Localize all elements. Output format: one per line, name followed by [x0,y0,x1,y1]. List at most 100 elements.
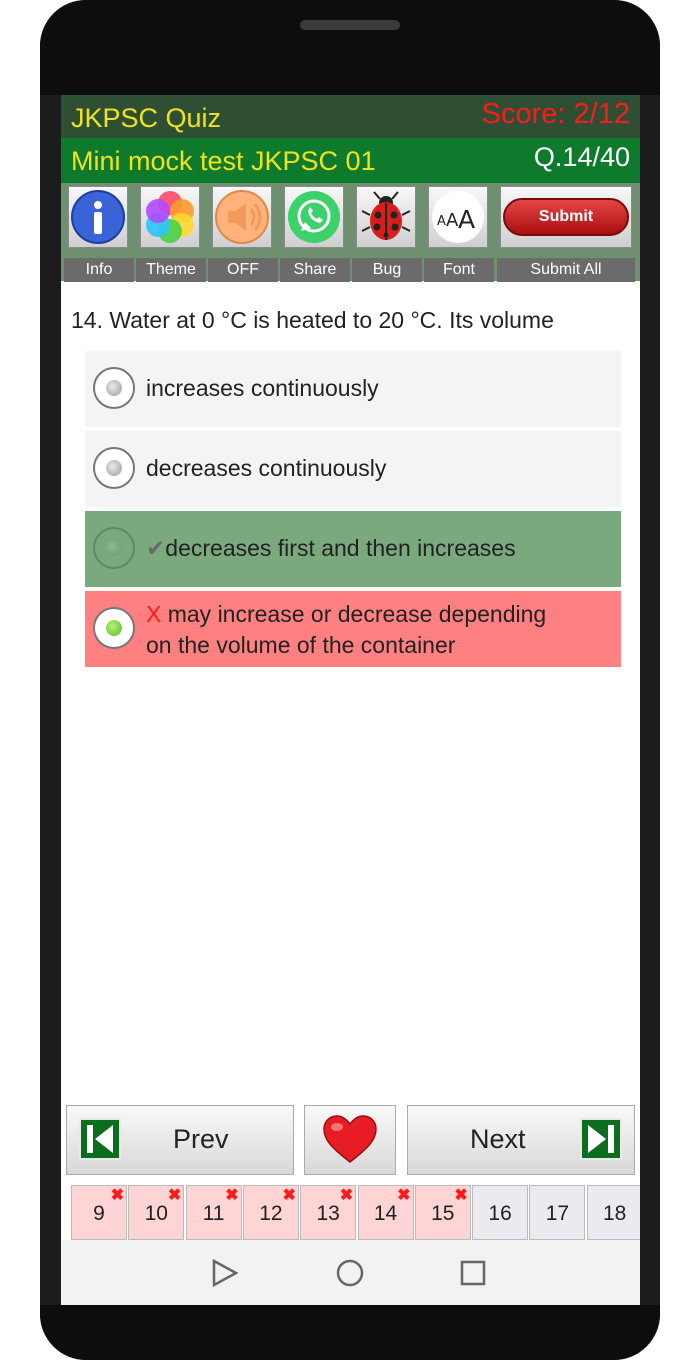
next-label: Next [470,1124,526,1154]
favorite-button[interactable] [304,1105,396,1175]
question-number: 17 [545,1202,570,1225]
theme-tool[interactable]: Theme [136,186,206,282]
wrong-x-icon: X [146,601,162,627]
option-4-text: X may increase or decrease depending on t… [146,599,546,661]
question-cell-13[interactable]: 13 ✖ [300,1185,357,1240]
skip-back-glyph [87,1125,113,1153]
radio-dot [106,540,122,556]
submit-button[interactable]: Submit [503,198,629,236]
wrong-mark-icon: ✖ [454,1187,468,1204]
option-3-label: decreases first and then increases [165,535,516,561]
theme-button[interactable] [140,186,200,248]
option-4-line-1: may increase or decrease depending [167,601,547,627]
font-button[interactable]: A A A [428,186,488,248]
question-number: 13 [316,1202,340,1225]
checkmark-icon: ✔ [146,535,166,561]
submit-all-label: Submit All [497,258,635,282]
share-tool[interactable]: Share [280,186,350,282]
question-cell-12[interactable]: 12 ✖ [242,1185,299,1240]
submit-tool[interactable]: Submit Submit All [497,186,637,282]
score-display: Score: 2/12 [481,98,630,130]
sound-tool[interactable]: OFF [208,186,278,282]
wrong-mark-icon: ✖ [167,1187,182,1204]
app-screen: JKPSC Quiz Score: 2/12 Mini mock test JK… [61,95,640,1305]
info-icon [71,190,125,244]
option-2[interactable]: decreases continuously [85,431,621,507]
question-number: 9 [93,1202,105,1225]
recents-icon[interactable] [460,1260,486,1286]
share-button[interactable] [284,186,344,248]
speaker-icon [215,190,269,244]
radio-dot [106,380,122,396]
option-2-text: decreases continuously [146,455,387,481]
wrong-mark-icon: ✖ [110,1187,124,1204]
wrong-mark-icon: ✖ [225,1187,239,1204]
font-tool[interactable]: A A A Font [424,186,494,282]
question-cell-9[interactable]: 9 ✖ [71,1185,127,1240]
font-size-icon: A A A [432,191,484,243]
question-number: 18 [603,1202,627,1225]
option-3-radio[interactable] [93,527,135,569]
theme-icon [146,191,194,243]
bug-label: Bug [352,258,422,282]
radio-dot [106,460,122,476]
bug-tool[interactable]: Bug [352,186,422,282]
prev-button[interactable]: Prev [66,1105,294,1175]
question-cell-15[interactable]: 15 ✖ [414,1185,471,1240]
option-4-line-2: on the volume of the container [146,632,456,658]
speaker-grille [300,20,400,30]
radio-dot-selected [106,620,122,636]
option-1-text: increases continuously [146,375,379,401]
info-tool[interactable]: Info [64,186,134,282]
question-counter: Q.14/40 [533,142,630,172]
question-number: 10 [144,1202,168,1225]
system-nav-icons [212,1258,486,1288]
question-strip: 9 ✖ 10 ✖ 11 ✖ 12 ✖ 13 ✖ 14 ✖ 15 ✖ 16 17 18 [61,1185,640,1240]
whatsapp-icon [288,191,340,243]
prev-icon [79,1118,121,1160]
question-number: 11 [202,1202,225,1225]
home-icon[interactable] [336,1259,364,1287]
question-cell-16[interactable]: 16 [472,1185,529,1240]
submit-button-frame[interactable]: Submit [500,186,632,248]
wrong-mark-icon: ✖ [282,1187,296,1204]
svg-text:A: A [437,214,446,229]
title-bar: JKPSC Quiz Score: 2/12 [61,95,640,138]
question-cell-17[interactable]: 17 [529,1185,586,1240]
question-cell-10[interactable]: 10 ✖ [128,1185,185,1240]
wrong-mark-icon: ✖ [339,1187,354,1204]
next-button[interactable]: Next [407,1105,635,1175]
option-1-radio[interactable] [93,367,135,409]
android-nav-bar [61,1240,640,1305]
question-cell-11[interactable]: 11 ✖ [185,1185,242,1240]
info-label: Info [64,258,134,282]
theme-label: Theme [136,258,206,282]
back-icon[interactable] [212,1258,239,1288]
toolbar: Info Theme OFF Share Bug A A A Font Subm… [61,183,640,282]
info-button[interactable] [68,186,128,248]
wrong-mark-icon: ✖ [397,1187,411,1204]
option-4-radio[interactable] [93,607,135,649]
next-icon [580,1118,622,1160]
bug-button[interactable] [356,186,416,248]
app-title: JKPSC Quiz [71,103,222,133]
option-1[interactable]: increases continuously [85,351,621,427]
prev-label: Prev [173,1124,229,1154]
question-cell-18[interactable]: 18 [586,1185,640,1240]
font-label: Font [424,258,494,282]
option-4-wrong[interactable]: X may increase or decrease depending on t… [85,591,621,667]
option-3-correct[interactable]: ✔decreases first and then increases [85,511,621,587]
sound-button[interactable] [212,186,272,248]
option-2-radio[interactable] [93,447,135,489]
skip-forward-glyph [588,1125,614,1153]
question-number: 14 [373,1202,398,1225]
phone-top-bezel [40,0,660,95]
question-text: 14. Water at 0 °C is heated to 20 °C. It… [71,307,554,333]
question-cell-14[interactable]: 14 ✖ [357,1185,414,1240]
test-bar: Mini mock test JKPSC 01 Q.14/40 [61,138,640,183]
test-name: Mini mock test JKPSC 01 [71,146,376,176]
heart-icon [323,1115,377,1163]
phone-bottom-bezel [40,1305,660,1360]
question-number: 15 [431,1202,455,1225]
sound-label: OFF [208,258,278,282]
